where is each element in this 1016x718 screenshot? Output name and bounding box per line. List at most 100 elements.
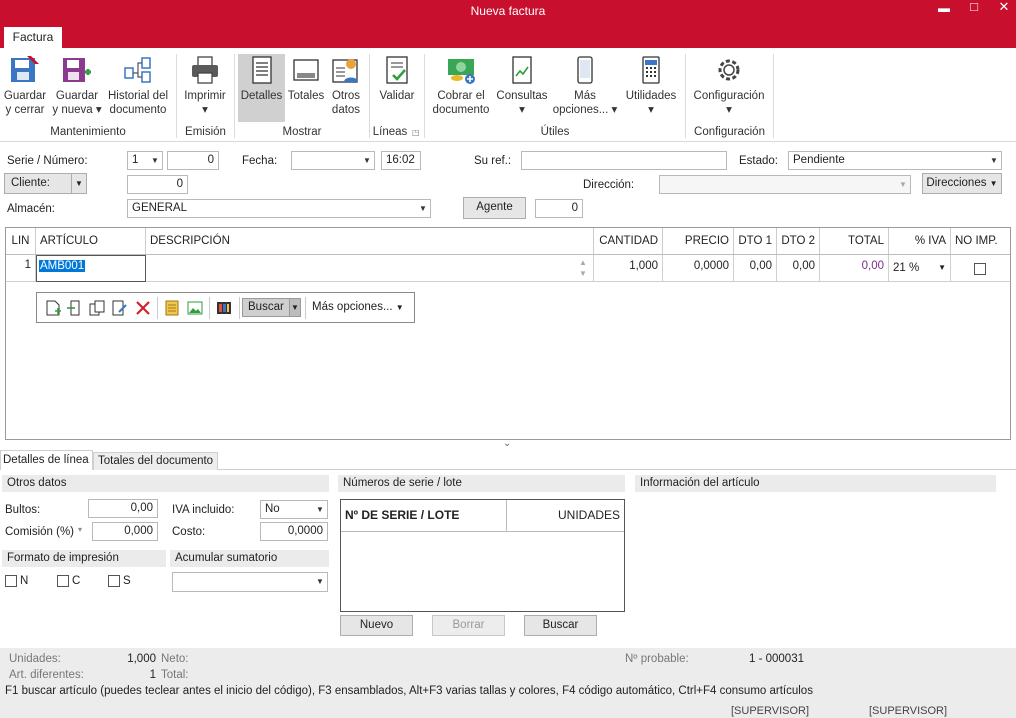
calculator-icon xyxy=(642,56,660,84)
new-line-icon[interactable] xyxy=(44,299,62,317)
history-button[interactable]: Historial del documento xyxy=(104,54,172,122)
almacen-select[interactable]: GENERAL ▼ xyxy=(127,199,431,218)
configuration-button[interactable]: Configuración ▾ xyxy=(690,54,768,122)
dto2-cell[interactable]: 0,00 xyxy=(777,255,820,282)
mas-opciones-menu[interactable]: Más opciones... ▼ xyxy=(312,299,404,316)
unidades-label: Unidades: xyxy=(9,653,61,665)
splitter-chevron-icon[interactable]: ⌄ xyxy=(503,438,511,449)
col-dto2[interactable]: DTO 2 xyxy=(777,228,820,254)
col-lin[interactable]: LIN xyxy=(6,228,36,254)
close-button[interactable]: ✕ xyxy=(993,0,1015,14)
status-user-2: [SUPERVISOR] xyxy=(869,705,948,717)
save-new-button[interactable]: Guardar y nueva ▾ xyxy=(51,54,103,122)
buscar-dropdown-icon[interactable]: ▼ xyxy=(289,298,301,317)
details-button[interactable]: Detalles xyxy=(238,54,285,122)
direcciones-button[interactable]: Direcciones ▼ xyxy=(922,173,1002,194)
col-total[interactable]: TOTAL xyxy=(820,228,889,254)
formato-n-label: N xyxy=(20,575,29,587)
more-options-button[interactable]: Más opciones... ▾ xyxy=(551,54,619,122)
descripcion-cell[interactable] xyxy=(146,255,594,282)
articulo-input[interactable]: AMB001 xyxy=(39,260,86,272)
group-lineas: Líneas xyxy=(372,126,408,138)
validate-icon xyxy=(386,56,408,84)
articulo-cell[interactable]: AMB001 xyxy=(36,255,146,282)
estado-select[interactable]: Pendiente ▼ xyxy=(788,151,1002,170)
scroll-arrows-icon[interactable]: ▲ ▼ xyxy=(579,257,587,279)
col-unidades[interactable]: UNIDADES xyxy=(510,508,620,522)
col-no-imp[interactable]: NO IMP. xyxy=(951,228,1010,254)
col-serie-lote[interactable]: Nº DE SERIE / LOTE xyxy=(345,508,459,522)
other-data-button[interactable]: Otros datos xyxy=(327,54,365,122)
serie-label: Serie / Número: xyxy=(7,155,88,167)
minimize-button[interactable]: ▬ xyxy=(933,1,955,15)
comision-input[interactable]: 0,000 xyxy=(92,522,158,541)
col-cantidad[interactable]: CANTIDAD xyxy=(594,228,663,254)
cliente-dropdown-icon[interactable]: ▼ xyxy=(71,173,87,194)
agente-input[interactable]: 0 xyxy=(535,199,583,218)
tab-totales-documento[interactable]: Totales del documento xyxy=(93,452,218,470)
queries-icon xyxy=(512,56,532,84)
color-sizes-icon[interactable] xyxy=(215,299,233,317)
copy-line-icon[interactable] xyxy=(88,299,106,317)
nuevo-button[interactable]: Nuevo xyxy=(340,615,413,636)
n-probable-value: 1 - 000031 xyxy=(749,653,804,665)
tab-detalles-linea[interactable]: Detalles de línea xyxy=(0,450,93,470)
tab-factura[interactable]: Factura xyxy=(4,27,62,48)
gear-icon xyxy=(718,59,740,81)
info-articulo-header: Información del artículo xyxy=(635,475,996,492)
utilities-button[interactable]: Utilidades ▾ xyxy=(621,54,681,122)
comision-dropdown-icon[interactable]: ▾ xyxy=(78,525,82,534)
image-icon[interactable] xyxy=(186,299,204,317)
notes-icon[interactable] xyxy=(163,299,181,317)
col-iva[interactable]: % IVA xyxy=(889,228,951,254)
validate-button[interactable]: Validar xyxy=(374,54,420,122)
expand-lineas-icon[interactable]: ◳ xyxy=(412,128,420,137)
col-dto1[interactable]: DTO 1 xyxy=(734,228,777,254)
fecha-input[interactable]: ▼ xyxy=(291,151,375,170)
su-ref-label: Su ref.: xyxy=(474,155,512,167)
col-descripcion[interactable]: DESCRIPCIÓN xyxy=(146,228,594,254)
iva-incluido-select[interactable]: No ▼ xyxy=(260,500,328,519)
fecha-label: Fecha: xyxy=(242,155,278,167)
serie-select[interactable]: 1 ▼ xyxy=(127,151,163,170)
no-imp-checkbox[interactable] xyxy=(974,263,986,275)
buscar-series-button[interactable]: Buscar xyxy=(524,615,597,636)
direccion-select[interactable]: ▼ xyxy=(659,175,911,194)
buscar-button[interactable]: Buscar xyxy=(242,298,290,317)
formato-s-label: S xyxy=(123,575,131,587)
collect-button[interactable]: Cobrar el documento xyxy=(429,54,493,122)
save-close-button[interactable]: Guardar y cerrar xyxy=(2,54,48,122)
group-configuracion: Configuración xyxy=(694,126,765,138)
iva-select[interactable]: 21 % ▼ xyxy=(889,255,951,282)
hora-input[interactable]: 16:02 xyxy=(381,151,421,170)
agente-button[interactable]: Agente xyxy=(463,197,526,219)
chevron-down-icon: ▼ xyxy=(899,180,907,189)
precio-cell[interactable]: 0,0000 xyxy=(663,255,734,282)
formato-n-checkbox[interactable] xyxy=(5,575,17,587)
totals-button[interactable]: Totales xyxy=(286,54,326,122)
numero-input[interactable]: 0 xyxy=(167,151,219,170)
cantidad-cell[interactable]: 1,000 xyxy=(594,255,663,282)
delete-icon[interactable] xyxy=(134,299,152,317)
chevron-down-icon: ▼ xyxy=(316,577,324,586)
col-precio[interactable]: PRECIO xyxy=(663,228,734,254)
formato-s-checkbox[interactable] xyxy=(108,575,120,587)
save-new-icon xyxy=(63,58,91,82)
queries-button[interactable]: Consultas ▾ xyxy=(494,54,550,122)
hint-text: F1 buscar artículo (puedes teclear antes… xyxy=(5,685,813,697)
acumular-select[interactable]: ▼ xyxy=(172,572,328,592)
phone-icon xyxy=(577,56,593,84)
bultos-input[interactable]: 0,00 xyxy=(88,499,158,518)
coste-input[interactable]: 0,0000 xyxy=(260,522,328,541)
dto1-cell[interactable]: 0,00 xyxy=(734,255,777,282)
formato-c-checkbox[interactable] xyxy=(57,575,69,587)
maximize-button[interactable]: □ xyxy=(963,0,985,14)
borrar-button[interactable]: Borrar xyxy=(432,615,505,636)
print-button[interactable]: Imprimir ▾ xyxy=(180,54,230,122)
col-articulo[interactable]: ARTÍCULO xyxy=(36,228,146,254)
insert-line-icon[interactable] xyxy=(66,299,84,317)
cliente-input[interactable]: 0 xyxy=(127,175,188,194)
cliente-button[interactable]: Cliente: xyxy=(4,173,72,194)
edit-line-icon[interactable] xyxy=(110,299,128,317)
su-ref-input[interactable] xyxy=(521,151,727,170)
